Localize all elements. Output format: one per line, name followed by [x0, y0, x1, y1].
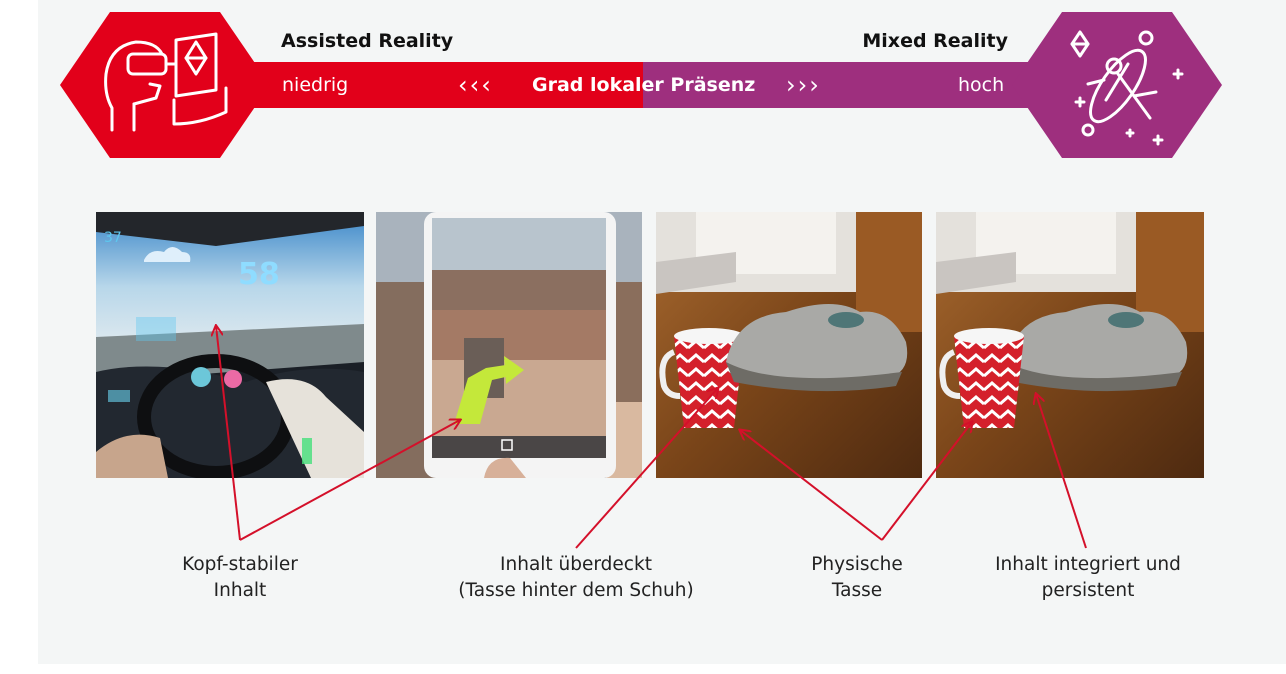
caption-content-integrated: Inhalt integriert und persistent	[968, 552, 1208, 604]
pointer-occluded-content	[575, 388, 718, 549]
caption-head-stable-line1: Kopf-stabiler	[182, 554, 298, 575]
caption-physical-cup: Physische Tasse	[782, 552, 932, 604]
caption-content-integrated-line1: Inhalt integriert und	[995, 554, 1181, 575]
caption-content-occluded-line2: (Tasse hinter dem Schuh)	[458, 580, 694, 601]
caption-physical-cup-line2: Tasse	[831, 580, 883, 601]
caption-head-stable: Kopf-stabiler Inhalt	[140, 552, 340, 604]
caption-physical-cup-line1: Physische	[811, 554, 903, 575]
pointer-integrated-content	[1036, 394, 1087, 549]
pointer-physical-cup-left	[740, 430, 883, 541]
pointer-hud-content	[216, 326, 241, 541]
caption-content-occluded: Inhalt überdeckt (Tasse hinter dem Schuh…	[426, 552, 726, 604]
pointer-physical-cup-right	[881, 422, 972, 541]
caption-content-occluded-line1: Inhalt überdeckt	[500, 554, 652, 575]
caption-head-stable-line2: Inhalt	[213, 580, 267, 601]
pointer-phone-content	[239, 420, 460, 541]
caption-content-integrated-line2: persistent	[1041, 580, 1135, 601]
